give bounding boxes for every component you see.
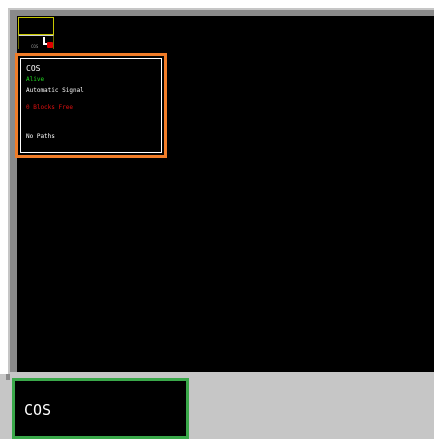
- selected-item-name-panel: COS: [12, 378, 189, 439]
- popup-blocks-text: 0 Blocks Free: [26, 104, 73, 111]
- bottom-window-edge: [6, 374, 10, 380]
- signal-lamp-icon[interactable]: [47, 42, 53, 48]
- popup-status-text: Alive: [26, 76, 45, 83]
- selected-item-name: COS: [24, 401, 52, 419]
- signal-map-label: COS: [31, 44, 39, 49]
- info-popup-frame: COS Alive Automatic Signal 0 Blocks Free…: [20, 58, 162, 153]
- popup-signal-name: COS: [26, 64, 41, 73]
- popup-paths-text: No Paths: [26, 133, 55, 140]
- signal-info-popup: COS Alive Automatic Signal 0 Blocks Free…: [15, 53, 167, 158]
- popup-type-text: Automatic Signal: [26, 87, 84, 94]
- signal-box[interactable]: [18, 17, 54, 35]
